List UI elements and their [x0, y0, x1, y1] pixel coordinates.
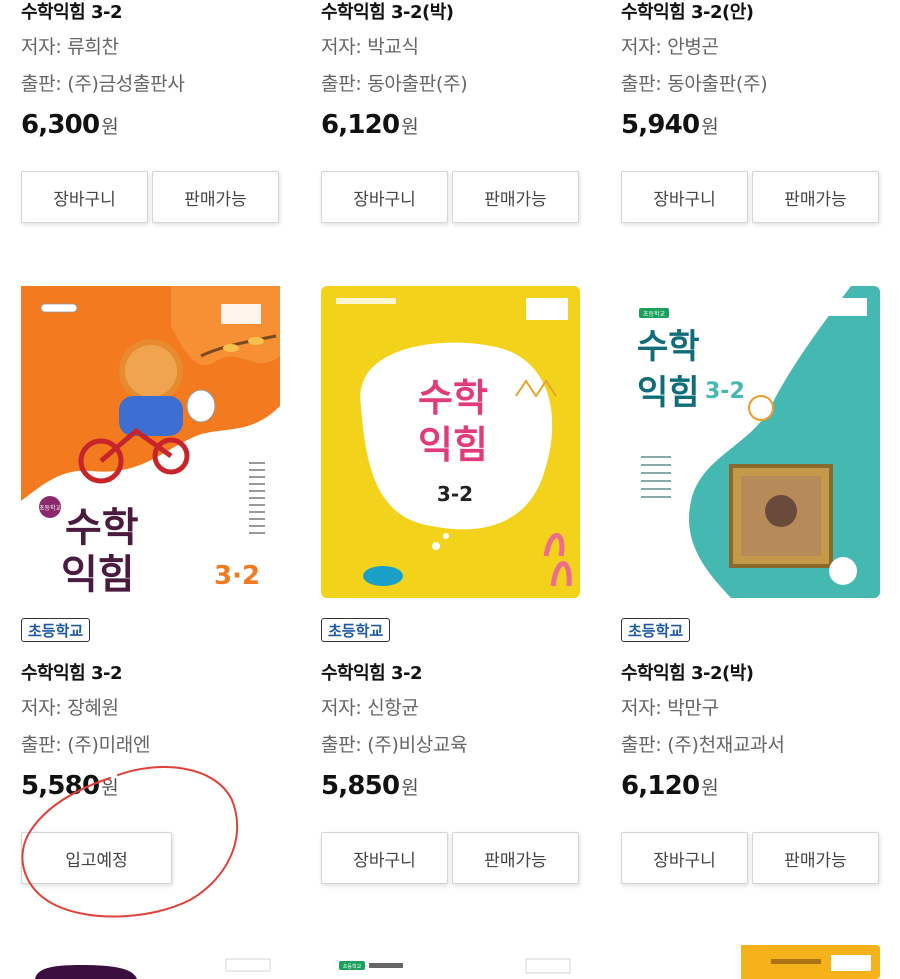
product-author: 저자: 박교식 [321, 36, 419, 58]
available-button[interactable]: 판매가능 [452, 832, 579, 884]
product-title[interactable]: 수학익힘 3-2(안) [621, 0, 754, 24]
product-publisher: 출판: 동아출판(주) [321, 73, 468, 95]
cover-title-a: 수학 [418, 376, 488, 420]
product-publisher: 출판: (주)미래엔 [21, 734, 151, 756]
price-value: 6,120 [321, 110, 400, 140]
cover-title-b: 익힘 [61, 552, 135, 598]
product-publisher: 출판: 동아출판(주) [621, 73, 768, 95]
product-title[interactable]: 수학익힘 3-2 [321, 659, 423, 685]
currency-unit: 원 [101, 116, 118, 138]
cover-title-a: 수학 [637, 327, 700, 367]
book-cover-image[interactable] [21, 945, 280, 979]
product-price: 5,580 원 [21, 771, 119, 801]
book-cover-image[interactable]: 수학 익힘 3-2 [321, 286, 580, 598]
price-value: 6,300 [21, 110, 100, 140]
cover-title-b: 익힘 [637, 373, 700, 413]
book-cover-image[interactable]: 초등학교 수학 익힘 3-2 [621, 286, 880, 598]
product-price: 6,120 원 [321, 110, 419, 140]
available-button[interactable]: 판매가능 [752, 171, 879, 223]
product-card-1: 초등학교 수학익힘 3-2 저자: 장혜원 출판: (주)미래엔 5,580 원 … [21, 618, 281, 888]
currency-unit: 원 [101, 777, 118, 799]
product-author: 저자: 신항균 [321, 697, 419, 719]
price-value: 5,850 [321, 771, 400, 801]
product-card-top-3: 수학익힘 3-2(안) 저자: 안병곤 출판: 동아출판(주) 5,940 원 장… [621, 0, 881, 230]
product-price: 5,940 원 [621, 110, 719, 140]
product-title[interactable]: 수학익힘 3-2(박) [321, 0, 454, 24]
product-publisher: 출판: (주)금성출판사 [21, 73, 185, 95]
available-button[interactable]: 판매가능 [752, 832, 879, 884]
cover-grade: 3-2 [705, 379, 745, 404]
currency-unit: 원 [401, 116, 418, 138]
cover-school-label: 초등학교 [39, 504, 62, 512]
book-cover-image[interactable] [621, 945, 880, 979]
cover-title-a: 수학 [65, 505, 139, 551]
product-card-top-1: 수학익힘 3-2 저자: 류희찬 출판: (주)금성출판사 6,300 원 장바구… [21, 0, 281, 230]
product-card-3: 초등학교 수학익힘 3-2(박) 저자: 박만구 출판: (주)천재교과서 6,… [621, 618, 881, 888]
school-level-badge: 초등학교 [21, 618, 91, 642]
currency-unit: 원 [401, 777, 418, 799]
cover-school-label: 초등학교 [343, 963, 362, 970]
currency-unit: 원 [701, 116, 718, 138]
product-card-2: 초등학교 수학익힘 3-2 저자: 신항균 출판: (주)비상교육 5,850 원… [321, 618, 581, 888]
cover-grade: 3·2 [214, 561, 260, 591]
product-author: 저자: 박만구 [621, 697, 719, 719]
product-price: 5,850 원 [321, 771, 419, 801]
price-value: 5,940 [621, 110, 700, 140]
product-author: 저자: 안병곤 [621, 36, 719, 58]
product-title[interactable]: 수학익힘 3-2 [21, 0, 123, 24]
cover-grade: 3-2 [437, 482, 473, 506]
product-publisher: 출판: (주)비상교육 [321, 734, 468, 756]
product-author: 저자: 류희찬 [21, 36, 119, 58]
currency-unit: 원 [701, 777, 718, 799]
product-publisher: 출판: (주)천재교과서 [621, 734, 785, 756]
product-card-top-2: 수학익힘 3-2(박) 저자: 박교식 출판: 동아출판(주) 6,120 원 장… [321, 0, 581, 230]
add-to-cart-button[interactable]: 장바구니 [321, 832, 448, 884]
add-to-cart-button[interactable]: 장바구니 [621, 832, 748, 884]
product-price: 6,300 원 [21, 110, 119, 140]
product-price: 6,120 원 [621, 771, 719, 801]
available-button[interactable]: 판매가능 [152, 171, 279, 223]
available-button[interactable]: 판매가능 [452, 171, 579, 223]
cover-title-b: 익힘 [418, 423, 488, 467]
add-to-cart-button[interactable]: 장바구니 [621, 171, 748, 223]
price-value: 6,120 [621, 771, 700, 801]
add-to-cart-button[interactable]: 장바구니 [21, 171, 148, 223]
price-value: 5,580 [21, 771, 100, 801]
book-cover-image[interactable]: 초등학교 [321, 945, 580, 979]
product-author: 저자: 장혜원 [21, 697, 119, 719]
product-title[interactable]: 수학익힘 3-2 [21, 659, 123, 685]
add-to-cart-button[interactable]: 장바구니 [321, 171, 448, 223]
school-level-badge: 초등학교 [321, 618, 391, 642]
book-cover-image[interactable]: ● 초등학교 수학 익힘 3·2 [21, 286, 280, 598]
coming-soon-button[interactable]: 입고예정 [21, 832, 172, 884]
school-level-badge: 초등학교 [621, 618, 691, 642]
product-title[interactable]: 수학익힘 3-2(박) [621, 659, 754, 685]
cover-school-label: 초등학교 [643, 310, 666, 318]
